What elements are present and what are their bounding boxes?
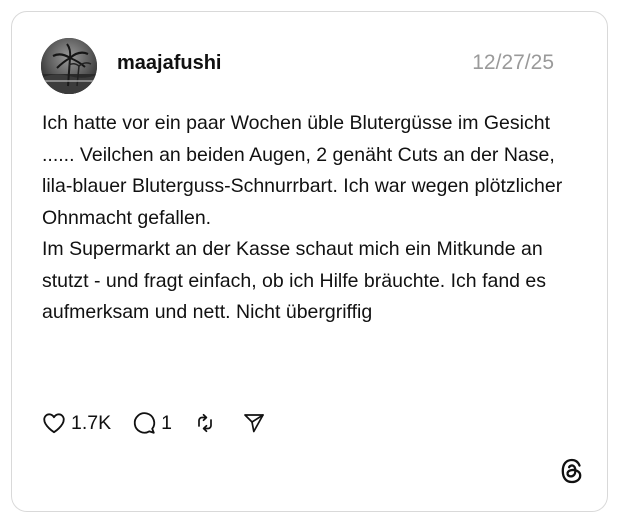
avatar-image	[41, 38, 97, 94]
share-icon	[244, 414, 264, 433]
comment-icon	[133, 412, 156, 434]
post-paragraph: Ich hatte vor ein paar Wochen üble Blute…	[42, 112, 563, 229]
like-count: 1.7K	[71, 411, 112, 434]
threads-logo[interactable]	[559, 457, 585, 485]
post-paragraph: Im Supermarkt an der Kasse schaut mich e…	[42, 238, 547, 323]
post-date: 12/27/25	[472, 51, 554, 74]
heart-icon	[43, 413, 65, 434]
post-body: Ich hatte vor ein paar Wochen üble Blute…	[42, 108, 582, 329]
post-card: maajafushi 12/27/25 Ich hatte vor ein pa…	[11, 11, 608, 512]
username[interactable]: maajafushi	[117, 51, 221, 75]
threads-logo-icon	[561, 458, 582, 484]
share-button[interactable]	[242, 411, 266, 435]
reply-count: 1	[161, 411, 172, 434]
repost-button[interactable]	[193, 411, 217, 435]
like-button[interactable]: 1.7K	[41, 410, 111, 436]
avatar[interactable]	[41, 38, 97, 94]
repost-icon	[198, 413, 212, 433]
action-bar: 1.7K 1	[41, 408, 266, 438]
reply-button[interactable]: 1	[131, 410, 172, 436]
